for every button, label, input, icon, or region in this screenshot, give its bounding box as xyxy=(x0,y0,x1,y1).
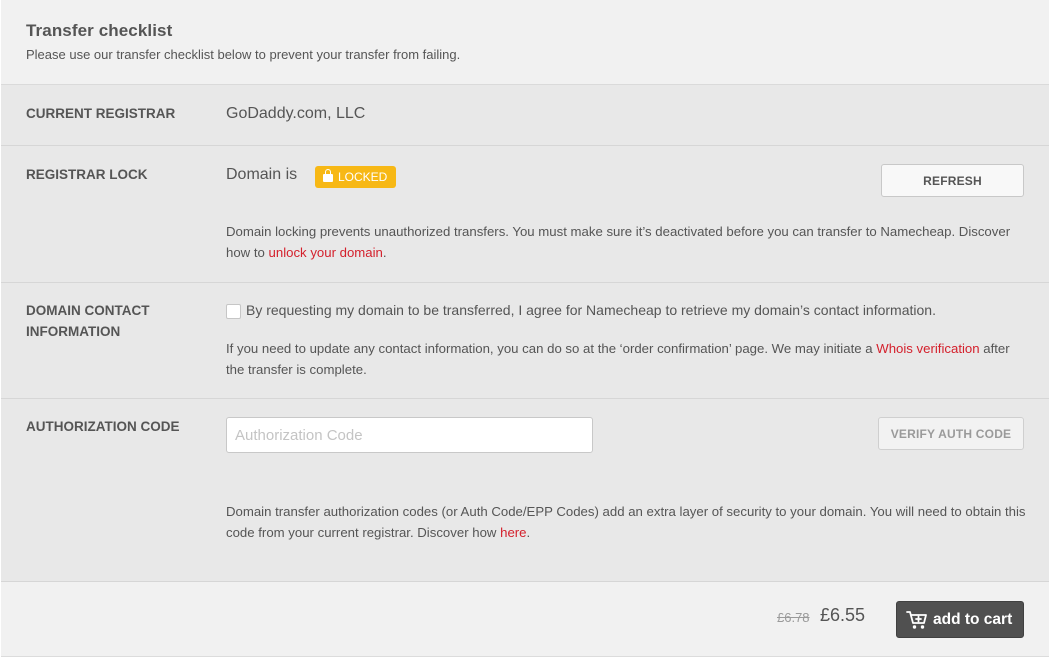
registrar-lock-description-end: . xyxy=(382,245,387,260)
domain-contact-label: DOMAIN CONTACT INFORMATION xyxy=(26,300,149,342)
auth-code-help-link[interactable]: here xyxy=(500,525,526,540)
domain-contact-description-text: If you need to update any contact inform… xyxy=(226,341,873,356)
domain-contact-description: If you need to update any contact inform… xyxy=(226,338,1026,380)
current-price: £6.55 xyxy=(820,605,866,625)
authorization-code-description-end: . xyxy=(526,525,531,540)
old-price: £6.78 xyxy=(777,610,810,625)
authorization-code-description: Domain transfer authorization codes (or … xyxy=(226,501,1026,543)
authorization-code-row: AUTHORIZATION CODE VERIFY AUTH CODE Doma… xyxy=(1,399,1049,582)
domain-contact-label-line1: DOMAIN CONTACT xyxy=(26,303,150,318)
add-to-cart-button[interactable]: add to cart xyxy=(896,601,1024,638)
registrar-lock-label: REGISTRAR LOCK xyxy=(26,167,148,182)
locked-status-badge: LOCKED xyxy=(315,166,397,188)
refresh-button[interactable]: REFRESH xyxy=(881,164,1024,197)
domain-contact-row: DOMAIN CONTACT INFORMATION By requesting… xyxy=(1,283,1049,399)
whois-verification-link[interactable]: Whois verification xyxy=(876,341,979,356)
checklist-footer: £6.78 £6.55 add to cart xyxy=(1,582,1049,656)
page-subtitle: Please use our transfer checklist below … xyxy=(26,47,461,62)
authorization-code-input[interactable] xyxy=(226,417,593,453)
page-title: Transfer checklist xyxy=(26,21,173,40)
authorization-code-label: AUTHORIZATION CODE xyxy=(26,419,180,434)
verify-auth-code-button[interactable]: VERIFY AUTH CODE xyxy=(878,417,1024,450)
registrar-lock-description: Domain locking prevents unauthorized tra… xyxy=(226,221,1026,263)
unlock-domain-link[interactable]: unlock your domain xyxy=(269,245,383,260)
registrar-lock-row: REGISTRAR LOCK Domain is LOCKED REFRESH … xyxy=(1,146,1049,283)
authorization-code-description-text: Domain transfer authorization codes (or … xyxy=(226,504,1026,540)
current-registrar-row: CURRENT REGISTRAR GoDaddy.com, LLC xyxy=(1,85,1049,146)
lock-icon xyxy=(323,169,333,182)
add-to-cart-label: add to cart xyxy=(933,611,1013,628)
cart-plus-icon xyxy=(906,611,927,629)
contact-consent-checkbox[interactable] xyxy=(226,304,241,319)
checklist-header: Transfer checklist Please use our transf… xyxy=(1,0,1049,85)
transfer-checklist-panel: Transfer checklist Please use our transf… xyxy=(1,0,1049,657)
current-registrar-value: GoDaddy.com, LLC xyxy=(226,105,366,122)
locked-badge-label: LOCKED xyxy=(338,170,388,184)
domain-lock-status-text: Domain is xyxy=(226,166,298,183)
domain-contact-label-line2: INFORMATION xyxy=(26,324,121,339)
current-registrar-label: CURRENT REGISTRAR xyxy=(26,106,176,121)
contact-consent-label[interactable]: By requesting my domain to be transferre… xyxy=(246,302,936,318)
